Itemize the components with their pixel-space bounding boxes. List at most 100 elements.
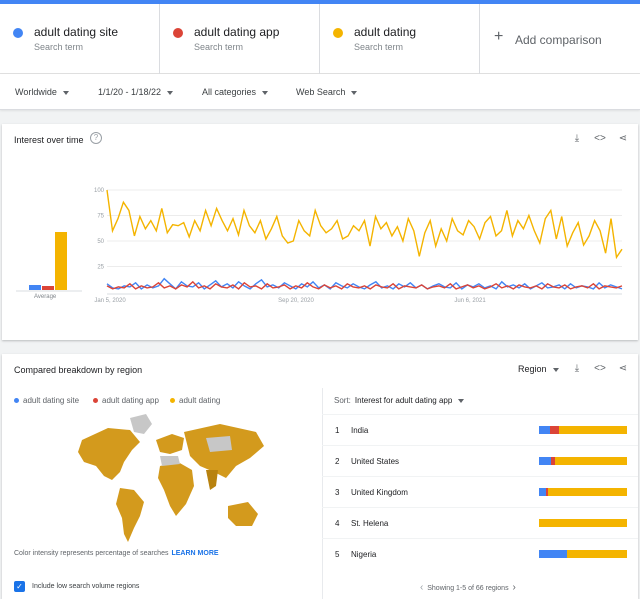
africa-region (158, 462, 194, 516)
term-name: adult dating app (194, 25, 280, 39)
next-page-icon[interactable]: › (512, 582, 515, 593)
sort-value: Interest for adult dating app (354, 396, 453, 405)
legend-dot (14, 398, 19, 403)
property-filter[interactable]: Web Search (296, 87, 358, 97)
term-color-dot (173, 28, 183, 38)
region-name: United Kingdom (351, 488, 408, 497)
dropdown-caret-icon (167, 90, 174, 95)
asia-region (184, 424, 264, 478)
region-share-bar (539, 488, 627, 496)
share-segment-blue (539, 550, 568, 558)
region-name: St. Helena (351, 519, 389, 528)
y-tick-label: 75 (97, 214, 104, 220)
add-comparison-button[interactable]: + Add comparison (480, 4, 640, 74)
greenland-region (130, 414, 152, 434)
y-tick-label: 50 (97, 239, 104, 245)
date-filter-label: 1/1/20 - 1/18/22 (98, 87, 162, 97)
region-row[interactable]: 2 United States (322, 445, 638, 476)
geo-filter-label: Worldwide (15, 87, 57, 97)
share-segment-blue (539, 488, 547, 496)
share-segment-red (550, 426, 560, 434)
region-rank: 5 (335, 550, 340, 559)
region-breakdown-card: Compared breakdown by region Region ⤓ <>… (2, 354, 638, 599)
y-tick-label: 25 (97, 265, 104, 271)
card-title: Compared breakdown by region (14, 365, 143, 375)
term-type: Search term (354, 42, 404, 52)
term-color-dot (13, 28, 23, 38)
world-map (78, 414, 264, 542)
region-name: Nigeria (351, 550, 377, 559)
legend-item-3: adult dating (170, 396, 220, 405)
x-tick-label: Sep 20, 2020 (278, 298, 314, 304)
share-segment-blue (539, 426, 551, 434)
property-filter-label: Web Search (296, 87, 346, 97)
region-rank: 1 (335, 426, 340, 435)
region-row[interactable]: 1 India (322, 414, 638, 445)
dropdown-caret-icon (262, 90, 269, 95)
legend-dot (170, 398, 175, 403)
search-term-1[interactable]: adult dating site Search term (0, 4, 160, 74)
category-filter-label: All categories (202, 87, 257, 97)
series-line-adult-dating-site (106, 277, 623, 290)
x-tick-label: Jun 6, 2021 (454, 298, 486, 304)
pager-text: Showing 1-5 of 66 regions (427, 585, 509, 592)
sort-label: Sort: (334, 396, 351, 405)
term-name: adult dating (354, 25, 417, 39)
download-icon[interactable]: ⤓ (570, 132, 584, 146)
legend-item-1: adult dating site (14, 396, 79, 405)
y-tick-label: 100 (94, 188, 105, 194)
download-icon[interactable]: ⤓ (570, 362, 584, 376)
share-icon[interactable]: ⋖ (616, 362, 630, 376)
term-name: adult dating site (34, 25, 119, 39)
region-row[interactable]: 3 United Kingdom (322, 476, 638, 507)
low-volume-checkbox[interactable]: ✓ (14, 581, 25, 592)
embed-icon[interactable]: <> (593, 362, 607, 376)
average-bar (29, 285, 41, 290)
region-row[interactable]: 5 Nigeria (322, 538, 638, 569)
interest-over-time-card: Interest over time ? ⤓ <> ⋖ 100 75 50 25 Ja… (2, 124, 638, 340)
color-note-text: Color intensity represents percentage of… (14, 550, 169, 557)
geo-filter[interactable]: Worldwide (15, 87, 69, 97)
region-row[interactable]: 4 St. Helena (322, 507, 638, 538)
search-terms-header: adult dating site Search term adult dati… (0, 4, 640, 74)
share-segment-yellow (559, 426, 627, 434)
term-color-dot (333, 28, 343, 38)
term-type: Search term (194, 42, 244, 52)
north-america-region (78, 428, 140, 480)
help-icon[interactable]: ? (90, 132, 102, 144)
x-tick-label: Jan 5, 2020 (94, 298, 126, 304)
term-type: Search term (34, 42, 84, 52)
region-rank: 4 (335, 519, 340, 528)
legend-label: adult dating site (23, 396, 80, 405)
interest-chart: 100 75 50 25 Jan 5, 2020 Sep 20, 2020 Jun 6, … (16, 188, 623, 304)
category-filter[interactable]: All categories (202, 87, 269, 97)
series-line-adult-dating (106, 189, 623, 260)
share-icon[interactable]: ⋖ (616, 132, 630, 146)
dropdown-caret-icon (351, 90, 358, 95)
search-term-2[interactable]: adult dating app Search term (160, 4, 320, 74)
share-segment-yellow (547, 488, 627, 496)
share-segment-yellow (567, 550, 627, 558)
region-pager: ‹ Showing 1-5 of 66 regions › (420, 582, 516, 593)
previous-page-icon[interactable]: ‹ (420, 582, 423, 593)
learn-more-link[interactable]: LEARN MORE (171, 550, 218, 557)
region-rank: 3 (335, 488, 340, 497)
search-term-3[interactable]: adult dating Search term (320, 4, 480, 74)
region-select-label: Region (518, 364, 547, 374)
share-segment-blue (539, 457, 552, 465)
region-share-bar (539, 519, 627, 527)
dropdown-caret-icon (552, 367, 559, 372)
region-name: India (351, 426, 369, 435)
australia-region (228, 502, 258, 526)
average-bar (42, 286, 54, 290)
legend-label: adult dating (179, 396, 221, 405)
average-bar (55, 232, 67, 290)
dropdown-caret-icon (458, 398, 465, 403)
date-filter[interactable]: 1/1/20 - 1/18/22 (98, 87, 174, 97)
dropdown-caret-icon (62, 90, 69, 95)
south-america-region (116, 488, 144, 542)
sort-control[interactable]: Sort: Interest for adult dating app (334, 396, 465, 405)
low-volume-label: Include low search volume regions (32, 583, 140, 590)
region-level-select[interactable]: Region (518, 364, 559, 374)
embed-icon[interactable]: <> (593, 132, 607, 146)
